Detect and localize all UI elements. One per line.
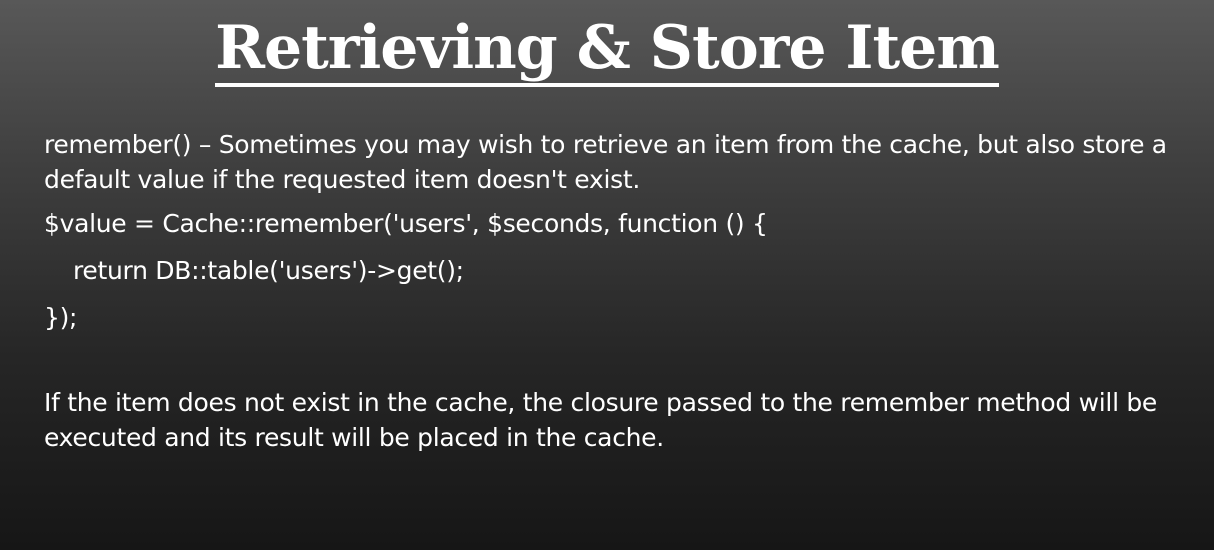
slide-content: remember() – Sometimes you may wish to r… (44, 127, 1194, 455)
code-line: }); (44, 303, 78, 332)
slide: Retrieving & Store Item remember() – Som… (0, 0, 1214, 550)
slide-title-text: Retrieving & Store Item (215, 15, 1000, 87)
code-example: $value = Cache::remember('users', $secon… (44, 206, 1194, 335)
code-line: return DB::table('users')->get(); (73, 256, 464, 285)
slide-title: Retrieving & Store Item (0, 10, 1214, 87)
code-line: $value = Cache::remember('users', $secon… (44, 209, 768, 238)
outro-paragraph: If the item does not exist in the cache,… (44, 388, 1158, 452)
intro-paragraph: remember() – Sometimes you may wish to r… (44, 130, 1167, 194)
